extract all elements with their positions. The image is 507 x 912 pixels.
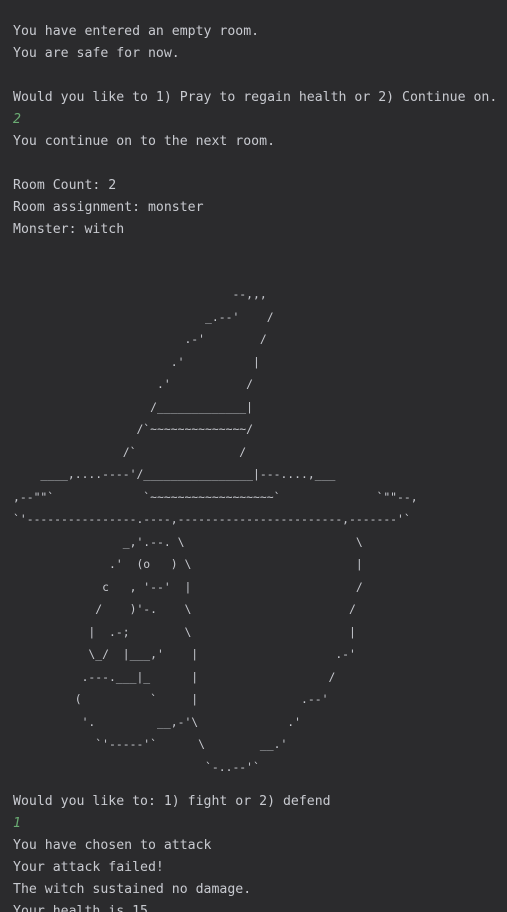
console-line: You are safe for now.: [13, 46, 180, 61]
console-output[interactable]: You have entered an empty room. You are …: [0, 0, 507, 912]
console-line: Room Count: 2: [13, 178, 117, 193]
user-input-line: 2: [13, 112, 21, 127]
console-line: Would you like to 1) Pray to regain heal…: [13, 90, 498, 105]
user-input-line: 1: [13, 816, 21, 831]
console-line: The witch sustained no damage.: [13, 882, 252, 897]
console-line: Would you like to: 1) fight or 2) defend: [13, 794, 331, 809]
console-line: Your health is 15: [13, 904, 148, 912]
console-line: You have entered an empty room.: [13, 24, 260, 39]
console-line: Room assignment: monster: [13, 200, 204, 215]
console-line: You continue on to the next room.: [13, 134, 276, 149]
console-line: Your attack failed!: [13, 860, 164, 875]
console-line: Monster: witch: [13, 222, 125, 237]
console-line: You have chosen to attack: [13, 838, 212, 853]
witch-ascii-art: --,,, _.--' / .-' / .' | .' / /_________…: [13, 287, 418, 774]
